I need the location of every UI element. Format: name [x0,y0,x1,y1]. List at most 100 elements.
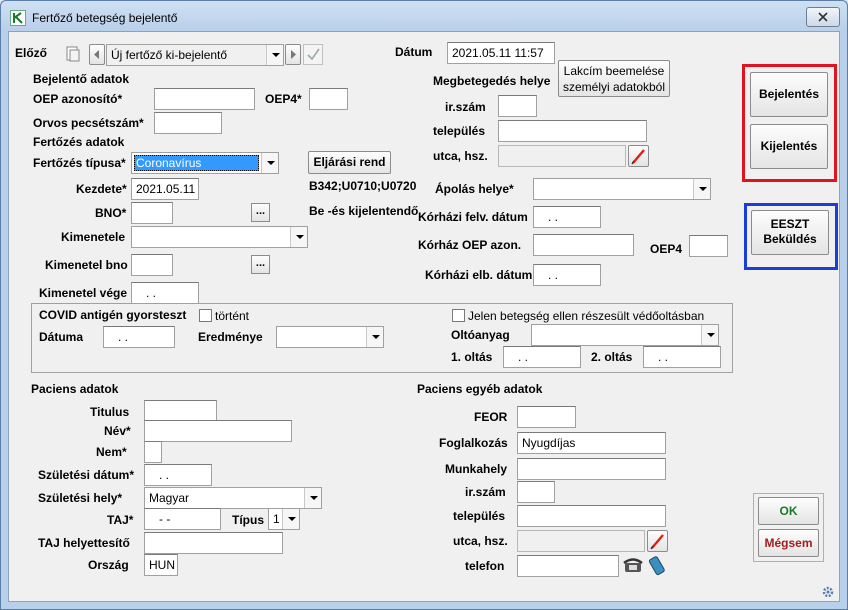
covid-happened-checkbox[interactable] [199,309,212,322]
patient-zip-field[interactable] [517,481,555,503]
occupation-label: Foglalkozás [439,436,508,450]
vaccine-checkbox[interactable] [452,309,465,322]
dialog-client-area: Előző Új fertőző ki-bejelentő Dátum 2021… [8,31,840,602]
type-value: 1 [273,512,280,526]
phone-field[interactable] [517,555,619,577]
eeszt-send-button[interactable]: EESZT Beküldés [751,210,829,255]
covid-happened-label: történt [215,309,250,323]
chevron-down-icon [693,179,710,199]
confirm-record-button[interactable] [303,44,323,65]
workplace-field[interactable] [517,458,666,480]
eeszt-label: EESZT [770,217,810,231]
edit-patient-address-button[interactable] [647,530,668,552]
oep4-field[interactable] [309,88,348,110]
doctor-stamp-field[interactable] [154,112,222,134]
vaccine-checkbox-label: Jelen betegség ellen részesült védőoltás… [468,309,705,323]
covid-result-select[interactable] [276,326,384,348]
hosp-discharge-field[interactable]: . . [533,264,601,286]
outcome-end-field[interactable]: . . [131,282,199,304]
birth-date-field[interactable]: . . [144,464,212,486]
patient-name-field[interactable] [144,420,292,442]
app-icon [10,10,26,26]
hosp-oep-field[interactable] [533,234,634,256]
care-place-label: Ápolás helye* [435,182,514,196]
dose1-field[interactable]: . . [503,346,581,368]
dose1-label: 1. oltás [451,350,493,364]
illness-place-heading: Megbetegedés helye [433,74,551,88]
outcome-end-label: Kimenetel vége [39,286,128,300]
outcome-select[interactable] [131,226,308,248]
oep-id-label: OEP azonosító* [33,92,123,106]
record-select[interactable]: Új fertőző ki-bejelentő [106,44,284,66]
taj-field[interactable]: - - [144,508,221,530]
outcome-bno-label: Kimenetel bno [45,258,128,272]
dereport-button[interactable]: Kijelentés [750,124,828,169]
birth-date-label: Születési dátum* [38,468,135,482]
outcome-label: Kimenetele [61,230,126,244]
procedure-button[interactable]: Eljárási rend [308,151,391,174]
dose2-field[interactable]: . . [643,346,721,368]
oep4-label: OEP4* [265,92,302,106]
covid-date-field[interactable]: . . [103,326,175,348]
cancel-button[interactable]: Mégsem [758,529,819,557]
prev-record-button[interactable] [89,44,105,65]
vaccine-select[interactable] [531,324,719,346]
settings-gear-icon[interactable] [821,585,835,599]
patient-city-label: település [453,509,506,523]
checkmark-icon [307,48,320,61]
infection-type-value: Coronavírus [136,156,202,170]
import-address-button[interactable]: Lakcím beemelése személyi adatokból [558,60,670,97]
bno-lookup-button[interactable]: ... [251,203,270,222]
country-field[interactable]: HUN [144,554,178,576]
patient-title-field[interactable] [144,400,217,422]
edit-address-button[interactable] [628,145,649,167]
occupation-field[interactable]: Nyugdíjas [517,432,666,454]
patient-street-label: utca, hsz. [453,534,508,548]
bno-field[interactable] [131,202,173,224]
title-bar[interactable]: Fertőző betegség bejelentő [1,1,847,31]
outcome-bno-lookup-button[interactable]: ... [251,255,270,274]
feor-field[interactable] [517,406,576,428]
hosp-admission-label: Kórházi felv. dátum [418,210,528,224]
date-field[interactable]: 2021.05.11 11:57 [447,42,555,64]
illness-zip-field[interactable] [498,95,537,117]
patient-heading: Paciens adatok [31,382,119,396]
vaccine-label: Oltóanyag [451,328,510,342]
illness-city-field[interactable] [498,120,647,142]
birth-place-select[interactable]: Magyar [144,487,322,509]
ok-button[interactable]: OK [758,497,819,525]
close-button[interactable] [806,7,840,27]
report-button[interactable]: Bejelentés [750,72,828,117]
type-select[interactable]: 1 [268,508,300,530]
hosp-discharge-label: Kórházi elb. dátum [425,268,533,282]
phone-label: telefon [465,559,505,573]
care-place-select[interactable] [533,178,711,200]
record-select-value: Új fertőző ki-bejelentő [111,48,228,62]
start-date-field[interactable]: 2021.05.11 [131,178,199,200]
bno-label: BNO* [95,206,127,220]
patient-city-field[interactable] [517,505,666,527]
outcome-bno-field[interactable] [131,254,173,276]
birth-place-value: Magyar [149,491,190,505]
hosp-admission-field[interactable]: . . [533,206,601,228]
taj-sub-field[interactable] [144,532,283,554]
infection-type-select[interactable]: Coronavírus [131,152,279,174]
report-type-text: Be -és kijelentendő [309,204,419,218]
date-label: Dátum [395,45,433,59]
dialog-window: Fertőző betegség bejelentő Előző Új fert… [0,0,848,610]
patient-zip-label: ir.szám [465,485,506,499]
oep-id-field[interactable] [154,88,255,110]
covid-date-label: Dátuma [39,330,84,344]
mobile-phone-icon[interactable] [647,555,667,576]
chevron-down-icon [261,153,278,173]
triangle-left-icon [94,50,99,59]
patient-sex-field[interactable] [144,441,162,463]
illness-street-label: utca, hsz. [433,149,488,163]
next-record-button[interactable] [285,44,301,65]
workplace-label: Munkahely [445,462,508,476]
copy-icon[interactable] [64,44,82,64]
patient-street-field[interactable] [517,530,645,552]
care-oep4-field[interactable] [689,235,728,257]
illness-street-field[interactable] [498,145,626,167]
phone-icon[interactable] [622,555,644,576]
